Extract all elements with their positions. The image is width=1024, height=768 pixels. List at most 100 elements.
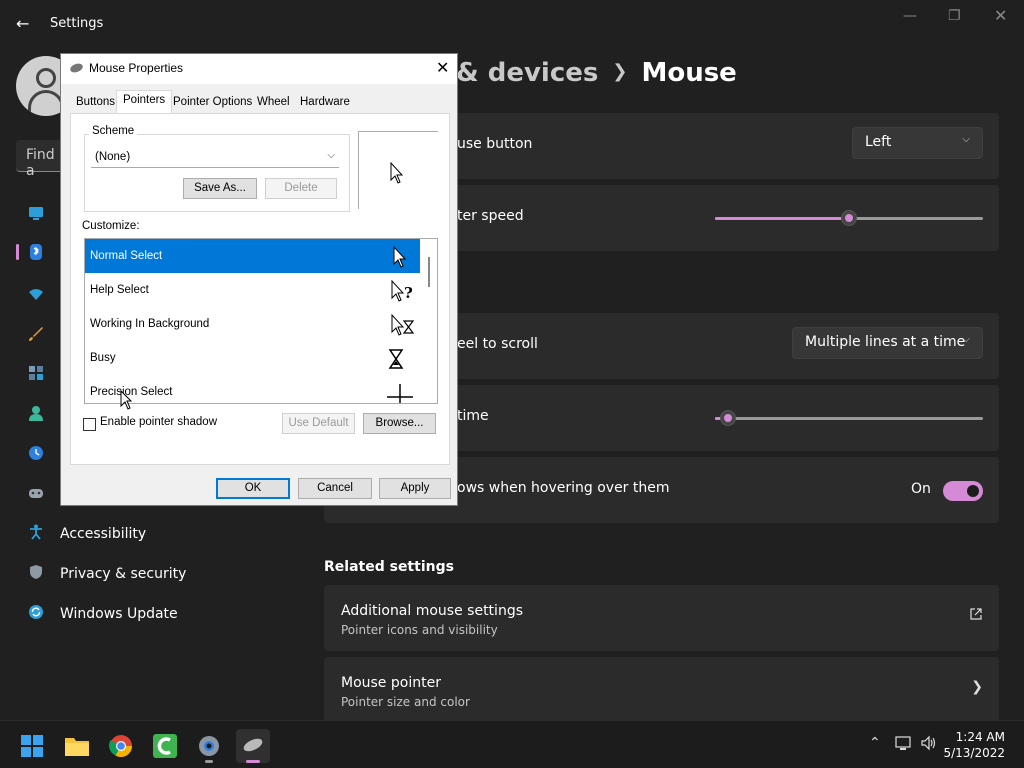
scheme-group	[84, 134, 350, 212]
camtasia-button[interactable]	[148, 729, 182, 763]
setting-label: time	[457, 408, 489, 424]
additional-mouse-settings-link[interactable]: Additional mouse settings Pointer icons …	[324, 585, 999, 651]
sidebar-item-accessibility[interactable]: Accessibility	[24, 516, 294, 552]
scheme-select[interactable]: (None) ⌵	[91, 148, 339, 168]
mouse-properties-taskbar-button[interactable]	[236, 729, 270, 763]
list-item-label: Normal Select	[90, 250, 163, 262]
list-item-label: Help Select	[90, 284, 149, 296]
mouse-pointer-icon	[120, 390, 133, 410]
list-scrollbar[interactable]	[428, 257, 430, 287]
apps-icon[interactable]	[28, 365, 44, 381]
camtasia-icon	[153, 734, 177, 758]
pointer-speed-slider[interactable]	[715, 210, 983, 226]
link-subtitle: Pointer size and color	[341, 695, 470, 709]
back-arrow-icon[interactable]: ←	[16, 14, 29, 33]
ok-button[interactable]: OK	[216, 478, 290, 499]
chevron-right-icon: ❯	[612, 61, 628, 82]
inactive-scroll-toggle[interactable]	[943, 481, 983, 501]
browse-button[interactable]: Browse...	[363, 413, 436, 434]
list-item[interactable]: Working In Background	[85, 307, 420, 341]
page-title: & devices ❯ Mouse	[456, 58, 737, 88]
chevron-up-icon[interactable]: ⌃	[869, 735, 881, 751]
setting-label: eel to scroll	[457, 336, 538, 352]
accessibility-icon	[24, 524, 48, 544]
mouse-icon	[69, 62, 84, 74]
link-title: Additional mouse settings	[341, 603, 523, 619]
sidebar-item-label: Windows Update	[60, 606, 178, 622]
slider-thumb[interactable]	[720, 410, 737, 426]
mouse-icon	[243, 738, 263, 752]
pointers-panel: Scheme (None) ⌵ Save As... Delete Custom…	[70, 113, 450, 465]
time-language-icon[interactable]	[28, 445, 44, 461]
settings-app-button[interactable]	[192, 729, 226, 763]
windows-logo-icon	[21, 735, 43, 757]
chevron-down-icon: ⌵	[962, 334, 970, 345]
cursor-preview	[358, 131, 438, 209]
list-item[interactable]: Normal Select	[85, 239, 420, 273]
setting-label: ter speed	[457, 208, 524, 224]
mouse-pointer-link[interactable]: Mouse pointer Pointer size and color ❯	[324, 657, 999, 723]
folder-icon	[65, 738, 89, 756]
breadcrumb[interactable]: & devices	[456, 58, 598, 88]
chrome-button[interactable]	[104, 729, 138, 763]
system-icon[interactable]	[28, 205, 44, 221]
apply-button[interactable]: Apply	[379, 478, 451, 499]
file-explorer-button[interactable]	[60, 729, 94, 763]
pointer-shadow-checkbox[interactable]	[83, 418, 96, 431]
tab-pointers[interactable]: Pointers	[116, 90, 173, 114]
pointer-shadow-label: Enable pointer shadow	[100, 416, 217, 428]
minimize-icon[interactable]: —	[903, 8, 917, 24]
primary-button-dropdown[interactable]: Left ⌵	[852, 127, 983, 159]
accounts-icon[interactable]	[28, 405, 44, 421]
lines-to-scroll-slider[interactable]	[715, 410, 983, 426]
list-item-label: Working In Background	[90, 318, 210, 330]
tab-pointer-options[interactable]: Pointer Options	[166, 92, 259, 112]
update-icon	[24, 604, 48, 624]
close-icon[interactable]: ✕	[994, 6, 1007, 25]
volume-icon[interactable]	[920, 735, 938, 755]
sidebar-item-privacy[interactable]: Privacy & security	[24, 556, 294, 592]
delete-button[interactable]: Delete	[265, 178, 337, 199]
gaming-icon[interactable]	[28, 485, 44, 501]
close-icon[interactable]: ✕	[436, 58, 449, 78]
sidebar-item-label: Accessibility	[60, 526, 147, 542]
nav-active-indicator	[16, 244, 19, 260]
crosshair-icon	[387, 384, 413, 403]
chevron-right-icon: ❯	[971, 679, 983, 695]
clock-date: 5/13/2022	[943, 746, 1005, 760]
tab-wheel[interactable]: Wheel	[250, 92, 297, 112]
bluetooth-icon[interactable]	[28, 244, 44, 260]
dropdown-value: Left	[865, 134, 892, 150]
setting-label: use button	[457, 136, 533, 152]
network-icon[interactable]	[28, 286, 44, 302]
personalization-icon[interactable]	[28, 326, 44, 342]
restore-icon[interactable]: ❐	[948, 8, 961, 24]
tab-buttons[interactable]: Buttons	[69, 92, 122, 112]
toggle-state-label: On	[911, 481, 931, 497]
scheme-value: (None)	[95, 151, 131, 163]
gear-icon	[199, 736, 219, 756]
chevron-down-icon: ⌵	[962, 134, 970, 145]
external-link-icon	[969, 607, 983, 625]
page-title-text: Mouse	[641, 58, 737, 88]
sidebar-item-label: Privacy & security	[60, 566, 187, 582]
start-button[interactable]	[15, 729, 49, 763]
list-item[interactable]: Help Select ?	[85, 273, 420, 307]
link-title: Mouse pointer	[341, 675, 441, 691]
slider-thumb[interactable]	[841, 210, 857, 226]
use-default-button[interactable]: Use Default	[282, 413, 355, 434]
sidebar-item-windows-update[interactable]: Windows Update	[24, 596, 294, 632]
network-status-icon[interactable]	[895, 735, 913, 755]
cancel-button[interactable]: Cancel	[298, 478, 372, 499]
scroll-dropdown[interactable]: Multiple lines at a time ⌵	[792, 327, 983, 359]
clock[interactable]: 1:24 AM 5/13/2022	[943, 729, 1005, 761]
cursor-list[interactable]: Normal Select Help Select ? Working In B…	[84, 238, 438, 404]
clock-time: 1:24 AM	[955, 730, 1005, 744]
tab-hardware[interactable]: Hardware	[293, 92, 357, 112]
setting-label: ows when hovering over them	[457, 480, 670, 496]
arrow-cursor-icon	[393, 245, 407, 268]
save-as-button[interactable]: Save As...	[183, 178, 257, 199]
scheme-label: Scheme	[89, 125, 138, 137]
list-item[interactable]: Precision Select	[85, 375, 420, 403]
list-item[interactable]: Busy	[85, 341, 420, 375]
